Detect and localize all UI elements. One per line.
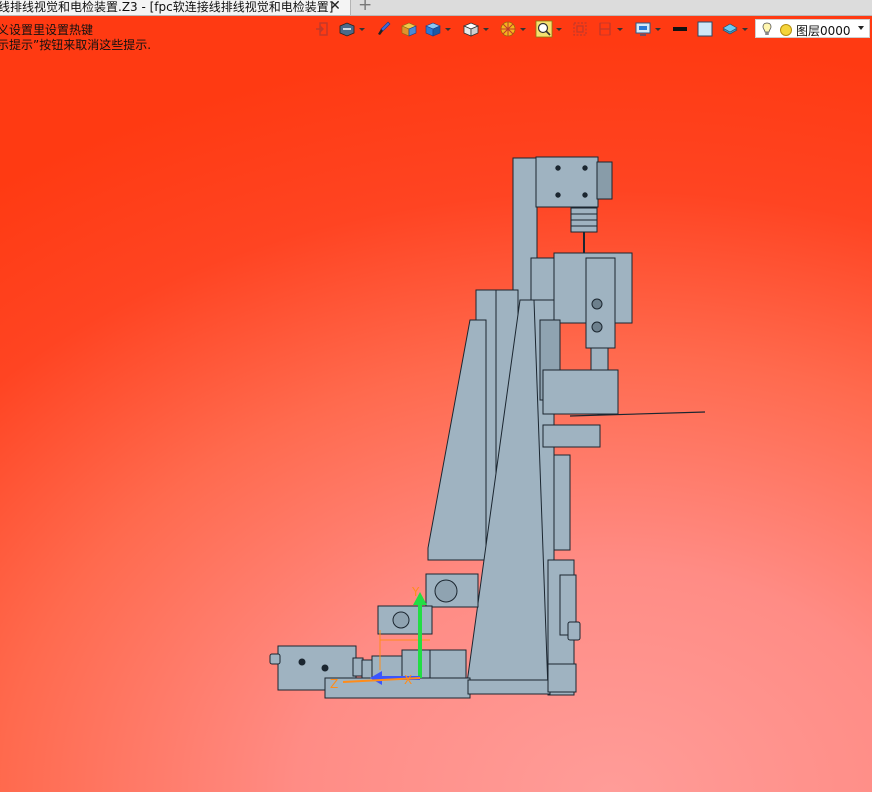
chevron-down-icon[interactable] bbox=[742, 28, 748, 31]
view-cube-icon[interactable] bbox=[462, 20, 480, 38]
chevron-down-icon[interactable] bbox=[483, 28, 489, 31]
axis-z-label: Z bbox=[330, 677, 338, 691]
top-block bbox=[535, 156, 599, 208]
fit-view-icon[interactable] bbox=[572, 20, 588, 38]
layer-color-dot bbox=[780, 24, 792, 36]
chevron-down-icon[interactable] bbox=[655, 28, 661, 31]
top-block-side bbox=[596, 161, 613, 200]
chevron-down-icon[interactable] bbox=[556, 28, 562, 31]
cube-icon[interactable] bbox=[424, 20, 442, 38]
plus-icon[interactable]: + bbox=[358, 0, 372, 14]
display-icon[interactable] bbox=[634, 20, 652, 38]
slider bbox=[590, 347, 609, 371]
tab-title: 线排线视觉和电检装置.Z3 - [fpc软连接线排线视觉和电检装置] bbox=[0, 0, 334, 14]
chevron-down-icon[interactable] bbox=[858, 26, 864, 30]
line-color-icon[interactable] bbox=[671, 20, 689, 38]
view-render-icon[interactable] bbox=[338, 20, 356, 38]
layer-select[interactable]: 图层0000 bbox=[755, 19, 870, 38]
fill-color-icon[interactable] bbox=[697, 20, 713, 38]
exit-icon[interactable] bbox=[314, 20, 330, 38]
layer-label: 图层0000 bbox=[796, 24, 851, 38]
chevron-down-icon[interactable] bbox=[520, 28, 526, 31]
chevron-down-icon[interactable] bbox=[617, 28, 623, 31]
document-tab[interactable]: 线排线视觉和电检装置.Z3 - [fpc软连接线排线视觉和电检装置] ✕ bbox=[0, 0, 351, 15]
cad-model[interactable]: Y X Z bbox=[0, 45, 872, 792]
layer-stack-icon[interactable] bbox=[721, 20, 739, 38]
chevron-down-icon[interactable] bbox=[359, 28, 365, 31]
axis-y-label: Y bbox=[411, 585, 420, 599]
arm-lower bbox=[542, 424, 601, 448]
tab-bar: 线排线视觉和电检装置.Z3 - [fpc软连接线排线视觉和电检装置] ✕ + bbox=[0, 0, 872, 16]
box-render-icon[interactable] bbox=[400, 20, 418, 38]
arm-upper bbox=[542, 369, 619, 415]
axis-x-label: X bbox=[404, 673, 412, 687]
3d-viewport[interactable]: Y X Z bbox=[0, 45, 872, 792]
close-icon[interactable]: ✕ bbox=[328, 0, 342, 14]
filter-icon[interactable] bbox=[499, 20, 517, 38]
knob bbox=[567, 621, 581, 641]
zoom-icon[interactable] bbox=[535, 20, 553, 38]
gusset-left bbox=[427, 319, 487, 561]
brush-icon[interactable] bbox=[376, 20, 392, 38]
section-icon[interactable] bbox=[597, 20, 613, 38]
chevron-down-icon[interactable] bbox=[445, 28, 451, 31]
bulb-icon bbox=[762, 22, 772, 35]
